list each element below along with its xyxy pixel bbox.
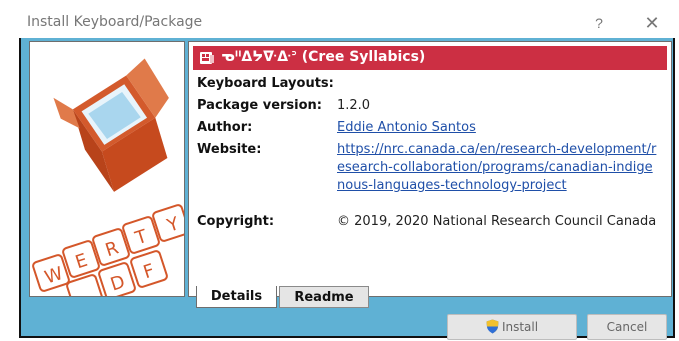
svg-text:D: D [108, 271, 128, 295]
cancel-button[interactable]: Cancel [587, 314, 667, 340]
keyboard-icon [200, 52, 214, 64]
help-button[interactable]: ? [589, 13, 609, 33]
install-button[interactable]: Install [447, 314, 577, 340]
package-illustration: W E R T Y D F [29, 41, 185, 297]
svg-text:F: F [141, 260, 157, 283]
svg-text:E: E [73, 250, 90, 273]
package-version-value: 1.2.0 [337, 98, 371, 113]
website-link[interactable]: https://nrc.canada.ca/en/research-develo… [337, 141, 657, 195]
tab-readme[interactable]: Readme [279, 286, 369, 308]
shield-icon [486, 319, 499, 334]
keyboard-layouts-label: Keyboard Layouts: [197, 76, 334, 91]
details-panel: ᓀᐦᐃᔭᐍᐏᐣ (Cree Syllabics) Keyboard Layout… [188, 41, 672, 297]
window-title: Install Keyboard/Package [27, 14, 203, 30]
install-button-label: Install [501, 320, 539, 334]
title-bar: Install Keyboard/Package ? ✕ [19, 8, 675, 38]
dialog-body: W E R T Y D F ᓀᐦᐃᔭᐍᐏᐣ (Cree Syllabics) K… [21, 38, 673, 340]
copyright-label: Copyright: [197, 214, 275, 229]
website-label: Website: [197, 142, 262, 157]
package-version-label: Package version: [197, 98, 323, 113]
package-box-keys-image: W E R T Y D F [32, 58, 184, 296]
author-label: Author: [197, 120, 253, 135]
keyboard-name-bar: ᓀᐦᐃᔭᐍᐏᐣ (Cree Syllabics) [193, 46, 667, 70]
copyright-value: © 2019, 2020 National Research Council C… [337, 214, 657, 229]
author-link[interactable]: Eddie Antonio Santos [337, 119, 476, 137]
keyboard-name: ᓀᐦᐃᔭᐍᐏᐣ (Cree Syllabics) [221, 49, 426, 65]
tab-details[interactable]: Details [196, 286, 277, 308]
close-button[interactable]: ✕ [641, 12, 663, 34]
svg-text:Y: Y [164, 213, 183, 237]
svg-text:R: R [103, 237, 121, 261]
svg-text:T: T [132, 226, 151, 250]
install-package-dialog: Install Keyboard/Package ? ✕ W E R T Y D… [19, 8, 675, 340]
